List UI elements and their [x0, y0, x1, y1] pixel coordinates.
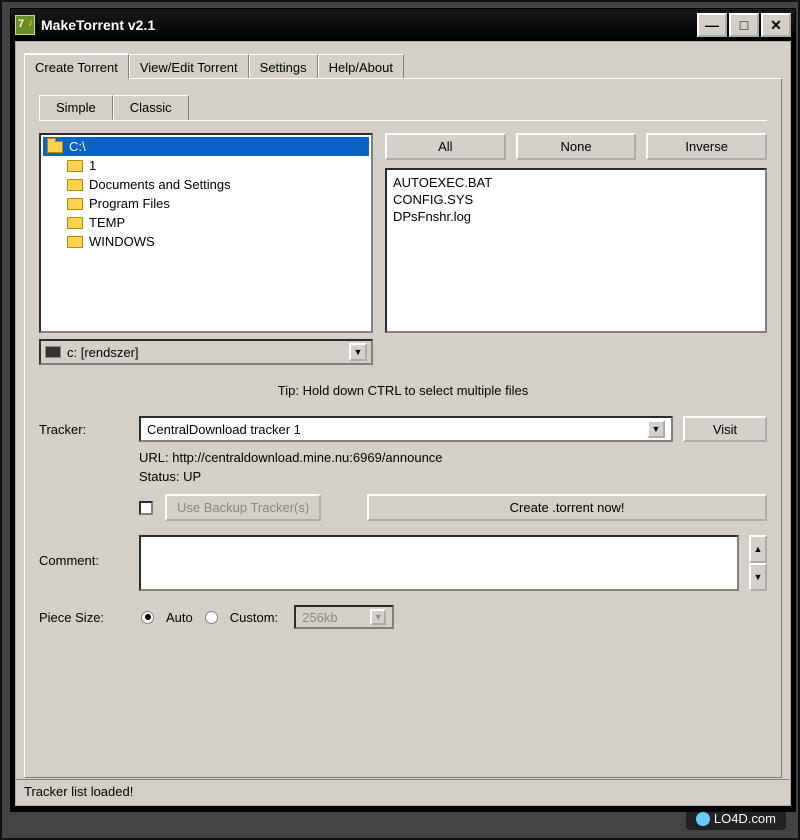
use-backup-tracker-button[interactable]: Use Backup Tracker(s)	[165, 494, 321, 521]
tracker-combo[interactable]: CentralDownload tracker 1 ▼	[139, 416, 673, 442]
chevron-down-icon[interactable]: ▼	[370, 609, 386, 625]
folder-icon	[67, 217, 83, 229]
sub-tab-simple[interactable]: Simple	[39, 95, 113, 120]
folder-tree[interactable]: C:\ 1 Documents and Settings Program Fil…	[39, 133, 373, 333]
piece-size-custom-radio[interactable]	[205, 611, 218, 624]
tab-label: Help/About	[329, 60, 393, 75]
file-item[interactable]: CONFIG.SYS	[393, 191, 759, 208]
folder-icon	[67, 160, 83, 172]
titlebar[interactable]: MakeTorrent v2.1 — □ ✕	[11, 9, 795, 41]
tree-item-label: Documents and Settings	[89, 177, 231, 192]
button-label: Visit	[713, 422, 737, 437]
button-label: None	[560, 139, 591, 154]
main-tabs: Create Torrent View/Edit Torrent Setting…	[24, 52, 790, 78]
tab-label: Settings	[260, 60, 307, 75]
piece-size-label: Piece Size:	[39, 610, 129, 625]
tree-item[interactable]: TEMP	[43, 213, 369, 232]
drive-selector[interactable]: c: [rendszer] ▼	[39, 339, 373, 365]
tree-item-label: TEMP	[89, 215, 125, 230]
file-item[interactable]: DPsFnshr.log	[393, 208, 759, 225]
visit-button[interactable]: Visit	[683, 416, 767, 442]
piece-size-value: 256kb	[302, 610, 337, 625]
select-none-button[interactable]: None	[516, 133, 637, 160]
tracker-status-text: Status: UP	[139, 469, 781, 484]
button-label: Inverse	[685, 139, 728, 154]
window-title: MakeTorrent v2.1	[41, 17, 695, 33]
file-list[interactable]: AUTOEXEC.BAT CONFIG.SYS DPsFnshr.log	[385, 168, 767, 333]
tree-item-label: 1	[89, 158, 96, 173]
tab-content: Simple Classic C:\ 1 Documents and Setti…	[24, 78, 782, 778]
chevron-down-icon[interactable]: ▼	[349, 343, 367, 361]
tree-item-label: Program Files	[89, 196, 170, 211]
minimize-button[interactable]: —	[697, 13, 727, 37]
close-button[interactable]: ✕	[761, 13, 791, 37]
drive-icon	[45, 346, 61, 358]
maximize-button[interactable]: □	[729, 13, 759, 37]
auto-label: Auto	[166, 610, 193, 625]
button-label: All	[438, 139, 452, 154]
tab-help-about[interactable]: Help/About	[318, 54, 404, 80]
comment-label: Comment:	[39, 535, 129, 568]
tree-item-root[interactable]: C:\	[43, 137, 369, 156]
folder-icon	[67, 236, 83, 248]
sub-tabs: Simple Classic	[39, 95, 781, 120]
statusbar: Tracker list loaded!	[16, 779, 790, 805]
comment-textarea[interactable]	[139, 535, 739, 591]
tree-item[interactable]: Documents and Settings	[43, 175, 369, 194]
button-label: Create .torrent now!	[510, 500, 625, 515]
create-torrent-button[interactable]: Create .torrent now!	[367, 494, 767, 521]
folder-icon	[67, 179, 83, 191]
app-window: MakeTorrent v2.1 — □ ✕ Create Torrent Vi…	[10, 8, 796, 812]
tracker-url-text: URL: http://centraldownload.mine.nu:6969…	[139, 450, 781, 465]
backup-tracker-checkbox[interactable]	[139, 501, 153, 515]
tree-item[interactable]: 1	[43, 156, 369, 175]
tree-item[interactable]: WINDOWS	[43, 232, 369, 251]
folder-icon	[67, 198, 83, 210]
select-all-button[interactable]: All	[385, 133, 506, 160]
tracker-label: Tracker:	[39, 422, 129, 437]
scroll-down-button[interactable]: ▼	[749, 563, 767, 591]
folder-open-icon	[47, 141, 63, 153]
scroll-up-button[interactable]: ▲	[749, 535, 767, 563]
select-inverse-button[interactable]: Inverse	[646, 133, 767, 160]
file-item[interactable]: AUTOEXEC.BAT	[393, 174, 759, 191]
tab-label: Create Torrent	[35, 60, 118, 75]
piece-size-combo[interactable]: 256kb ▼	[294, 605, 394, 629]
custom-label: Custom:	[230, 610, 278, 625]
sub-tab-label: Simple	[56, 100, 96, 115]
button-label: Use Backup Tracker(s)	[177, 500, 309, 515]
tree-item-label: C:\	[69, 139, 86, 154]
tree-item-label: WINDOWS	[89, 234, 155, 249]
tab-view-edit-torrent[interactable]: View/Edit Torrent	[129, 54, 249, 80]
watermark-text: LO4D.com	[714, 811, 776, 826]
sub-tab-label: Classic	[130, 100, 172, 115]
tracker-value: CentralDownload tracker 1	[147, 422, 301, 437]
tab-create-torrent[interactable]: Create Torrent	[24, 53, 129, 79]
app-icon	[15, 15, 35, 35]
tab-settings[interactable]: Settings	[249, 54, 318, 80]
client-area: Create Torrent View/Edit Torrent Setting…	[15, 41, 791, 806]
watermark: LO4D.com	[686, 807, 786, 830]
tab-label: View/Edit Torrent	[140, 60, 238, 75]
globe-icon	[696, 812, 710, 826]
piece-size-auto-radio[interactable]	[141, 611, 154, 624]
tree-item[interactable]: Program Files	[43, 194, 369, 213]
tip-text: Tip: Hold down CTRL to select multiple f…	[25, 383, 781, 398]
status-text: Tracker list loaded!	[24, 784, 133, 799]
chevron-down-icon[interactable]: ▼	[647, 420, 665, 438]
drive-value: c: [rendszer]	[67, 345, 139, 360]
sub-tab-classic[interactable]: Classic	[113, 95, 189, 120]
